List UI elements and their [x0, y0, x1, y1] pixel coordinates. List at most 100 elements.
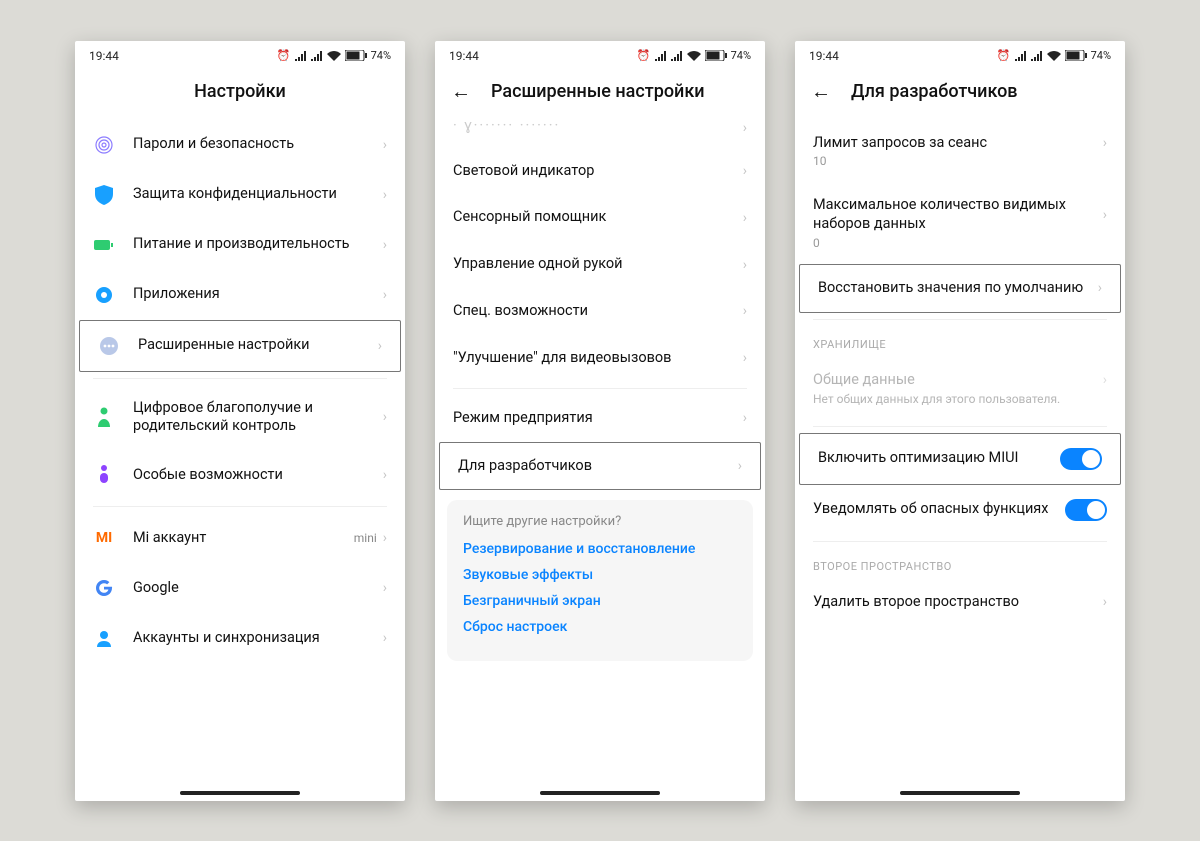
row-danger-feature-notify[interactable]: Уведомлять об опасных функциях — [795, 485, 1125, 535]
chevron-right-icon: › — [1103, 372, 1107, 388]
back-button[interactable]: ← — [451, 81, 471, 101]
chevron-right-icon: › — [743, 120, 747, 136]
status-time: 19:44 — [809, 49, 839, 63]
row-label: Уведомлять об опасных функциях — [813, 500, 1065, 519]
battery-percent: 74% — [1091, 49, 1111, 62]
row-enterprise-mode[interactable]: Режим предприятия › — [435, 395, 765, 442]
row-digital-wellbeing[interactable]: Цифровое благополучие и родительский кон… — [75, 385, 405, 451]
hint-link-sound[interactable]: Звуковые эффекты — [463, 567, 737, 583]
chevron-right-icon: › — [743, 257, 747, 273]
hint-link-backup[interactable]: Резервирование и восстановление — [463, 541, 737, 557]
row-label: Удалить второе пространство — [813, 593, 1103, 612]
battery-icon — [705, 50, 727, 61]
hint-link-fullscreen[interactable]: Безграничный экран — [463, 593, 737, 609]
row-video-call-enhancement[interactable]: "Улучшение" для видеовызовов › — [435, 335, 765, 382]
signal-icon-2 — [1031, 51, 1043, 61]
chevron-right-icon: › — [383, 580, 387, 596]
row-led-indicator[interactable]: Световой индикатор › — [435, 148, 765, 195]
gear-icon — [93, 284, 115, 306]
chevron-right-icon: › — [383, 467, 387, 483]
alarm-icon: ⏰ — [637, 49, 651, 62]
advanced-list: · ɣ······· ······· › Световой индикатор … — [435, 120, 765, 801]
nav-home-indicator[interactable] — [180, 791, 300, 795]
chevron-right-icon: › — [743, 303, 747, 319]
chevron-right-icon: › — [743, 410, 747, 426]
status-bar: 19:44 ⏰ 74% — [435, 41, 765, 71]
hint-title: Ищите другие настройки? — [463, 514, 737, 529]
status-time: 19:44 — [449, 49, 479, 63]
row-accessibility[interactable]: Особые возможности › — [75, 450, 405, 500]
row-delete-second-space[interactable]: Удалить второе пространство › — [795, 579, 1125, 626]
row-label: Приложения — [133, 285, 383, 304]
row-privacy[interactable]: Защита конфиденциальности › — [75, 170, 405, 220]
status-icons: ⏰ 74% — [997, 49, 1111, 62]
section-storage: ХРАНИЛИЩЕ — [795, 326, 1125, 357]
row-sub: Нет общих данных для этого пользователя. — [813, 392, 1107, 406]
signal-icon-2 — [671, 51, 683, 61]
page-title: ← Для разработчиков — [795, 71, 1125, 120]
row-one-handed[interactable]: Управление одной рукой › — [435, 241, 765, 288]
row-label: Световой индикатор — [453, 162, 743, 181]
row-label: Mi аккаунт — [133, 529, 354, 548]
row-label: Режим предприятия — [453, 409, 743, 428]
battery-percent: 74% — [731, 49, 751, 62]
chevron-right-icon: › — [383, 630, 387, 646]
row-label: Максимальное количество видимых наборов … — [813, 196, 1103, 234]
row-advanced-settings[interactable]: Расширенные настройки › — [79, 320, 401, 372]
nav-home-indicator[interactable] — [900, 791, 1020, 795]
row-label: Спец. возможности — [453, 302, 743, 321]
row-label: Аккаунты и синхронизация — [133, 629, 383, 648]
row-special-access[interactable]: Спец. возможности › — [435, 288, 765, 335]
status-bar: 19:44 ⏰ 74% — [75, 41, 405, 71]
hint-link-reset[interactable]: Сброс настроек — [463, 619, 737, 635]
toggle-on[interactable] — [1060, 448, 1102, 470]
divider — [93, 378, 387, 379]
other-settings-hint: Ищите другие настройки? Резервирование и… — [447, 500, 753, 661]
battery-icon — [93, 234, 115, 256]
row-label: Лимит запросов за сеанс — [813, 134, 1103, 153]
back-button[interactable]: ← — [811, 81, 831, 101]
row-developer-options[interactable]: Для разработчиков › — [439, 442, 761, 491]
row-label: Сенсорный помощник — [453, 208, 743, 227]
row-max-visible-datasets[interactable]: Максимальное количество видимых наборов … — [795, 182, 1125, 264]
row-value: 0 — [813, 236, 1107, 250]
row-label: Защита конфиденциальности — [133, 185, 383, 204]
chevron-right-icon: › — [743, 163, 747, 179]
chevron-right-icon: › — [1103, 207, 1107, 223]
row-label: Питание и производительность — [133, 235, 383, 254]
row-session-request-limit[interactable]: Лимит запросов за сеанс › 10 — [795, 120, 1125, 183]
row-button-functions-cut[interactable]: · ɣ······· ······· › — [435, 120, 765, 148]
battery-percent: 74% — [371, 49, 391, 62]
row-apps[interactable]: Приложения › — [75, 270, 405, 320]
wifi-icon — [1047, 51, 1061, 61]
row-label: Включить оптимизацию MIUI — [818, 449, 1060, 468]
alarm-icon: ⏰ — [277, 49, 291, 62]
chevron-right-icon: › — [383, 137, 387, 153]
row-passwords-security[interactable]: Пароли и безопасность › — [75, 120, 405, 170]
signal-icon-2 — [311, 51, 323, 61]
google-icon — [93, 577, 115, 599]
status-time: 19:44 — [89, 49, 119, 63]
row-trail: mini — [354, 531, 377, 545]
row-miui-optimization[interactable]: Включить оптимизацию MIUI — [799, 433, 1121, 485]
row-accounts-sync[interactable]: Аккаунты и синхронизация › — [75, 613, 405, 663]
divider — [813, 426, 1107, 427]
row-mi-account[interactable]: MI Mi аккаунт mini › — [75, 513, 405, 563]
row-label: Общие данные — [813, 371, 1103, 390]
row-battery-performance[interactable]: Питание и производительность › — [75, 220, 405, 270]
chevron-right-icon: › — [383, 187, 387, 203]
row-touch-assistant[interactable]: Сенсорный помощник › — [435, 194, 765, 241]
person-icon — [93, 627, 115, 649]
nav-home-indicator[interactable] — [540, 791, 660, 795]
divider — [813, 541, 1107, 542]
row-reset-defaults[interactable]: Восстановить значения по умолчанию › — [799, 264, 1121, 313]
wellbeing-icon — [93, 406, 115, 428]
row-label: Пароли и безопасность — [133, 135, 383, 154]
row-google[interactable]: Google › — [75, 563, 405, 613]
toggle-on[interactable] — [1065, 499, 1107, 521]
section-second-space: ВТОРОЕ ПРОСТРАНСТВО — [795, 548, 1125, 579]
accessibility-icon — [93, 464, 115, 486]
row-value: 10 — [813, 154, 1107, 168]
chevron-right-icon: › — [383, 287, 387, 303]
signal-icon — [655, 51, 667, 61]
